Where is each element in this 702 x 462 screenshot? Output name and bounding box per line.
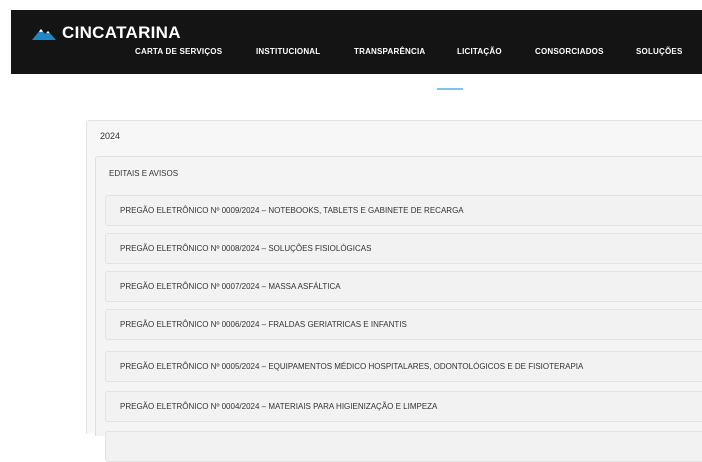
menu-item-carta-de-servicos[interactable]: CARTA DE SERVIÇOS [135, 47, 222, 56]
list-item[interactable]: PREGÃO ELETRÔNICO Nº 0004/2024 – MATERIA… [105, 391, 702, 422]
main-menu: CARTA DE SERVIÇOS INSTITUCIONAL TRANSPAR… [11, 47, 702, 61]
section-accordion-header[interactable]: EDITAIS E AVISOS [109, 169, 178, 178]
list-item-label: PREGÃO ELETRÔNICO Nº 0004/2024 – MATERIA… [120, 402, 438, 411]
list-item-label: PREGÃO ELETRÔNICO Nº 0008/2024 – SOLUÇÕE… [120, 244, 372, 253]
mountain-logo-icon [32, 28, 56, 40]
list-item[interactable] [105, 431, 702, 462]
menu-item-licitacao[interactable]: LICITAÇÃO [457, 47, 502, 56]
list-item-label: PREGÃO ELETRÔNICO Nº 0009/2024 – NOTEBOO… [120, 206, 464, 215]
section-accordion: EDITAIS E AVISOS PREGÃO ELETRÔNICO Nº 00… [95, 156, 702, 462]
list-item-label: PREGÃO ELETRÔNICO Nº 0007/2024 – MASSA A… [120, 282, 341, 291]
menu-item-transparencia[interactable]: TRANSPARÊNCIA [354, 47, 425, 56]
menu-item-institucional[interactable]: INSTITUCIONAL [256, 47, 320, 56]
year-accordion-header[interactable]: 2024 [100, 131, 120, 141]
brand-logo[interactable]: CINCATARINA [32, 24, 181, 41]
list-item[interactable]: PREGÃO ELETRÔNICO Nº 0009/2024 – NOTEBOO… [105, 195, 702, 226]
list-item[interactable]: PREGÃO ELETRÔNICO Nº 0006/2024 – FRALDAS… [105, 309, 702, 340]
active-tab-indicator [437, 88, 463, 90]
list-item-label: PREGÃO ELETRÔNICO Nº 0006/2024 – FRALDAS… [120, 320, 407, 329]
top-navbar: CINCATARINA CARTA DE SERVIÇOS INSTITUCIO… [11, 10, 702, 74]
menu-item-solucoes[interactable]: SOLUÇÕES [636, 47, 683, 56]
list-item[interactable]: PREGÃO ELETRÔNICO Nº 0005/2024 – EQUIPAM… [105, 351, 702, 382]
menu-item-consorciados[interactable]: CONSORCIADOS [535, 47, 604, 56]
brand-name: CINCATARINA [62, 23, 181, 42]
list-item[interactable]: PREGÃO ELETRÔNICO Nº 0008/2024 – SOLUÇÕE… [105, 233, 702, 264]
year-accordion: 2024 EDITAIS E AVISOS PREGÃO ELETRÔNICO … [86, 120, 702, 462]
list-item[interactable]: PREGÃO ELETRÔNICO Nº 0007/2024 – MASSA A… [105, 271, 702, 302]
list-item-label: PREGÃO ELETRÔNICO Nº 0005/2024 – EQUIPAM… [120, 362, 584, 371]
